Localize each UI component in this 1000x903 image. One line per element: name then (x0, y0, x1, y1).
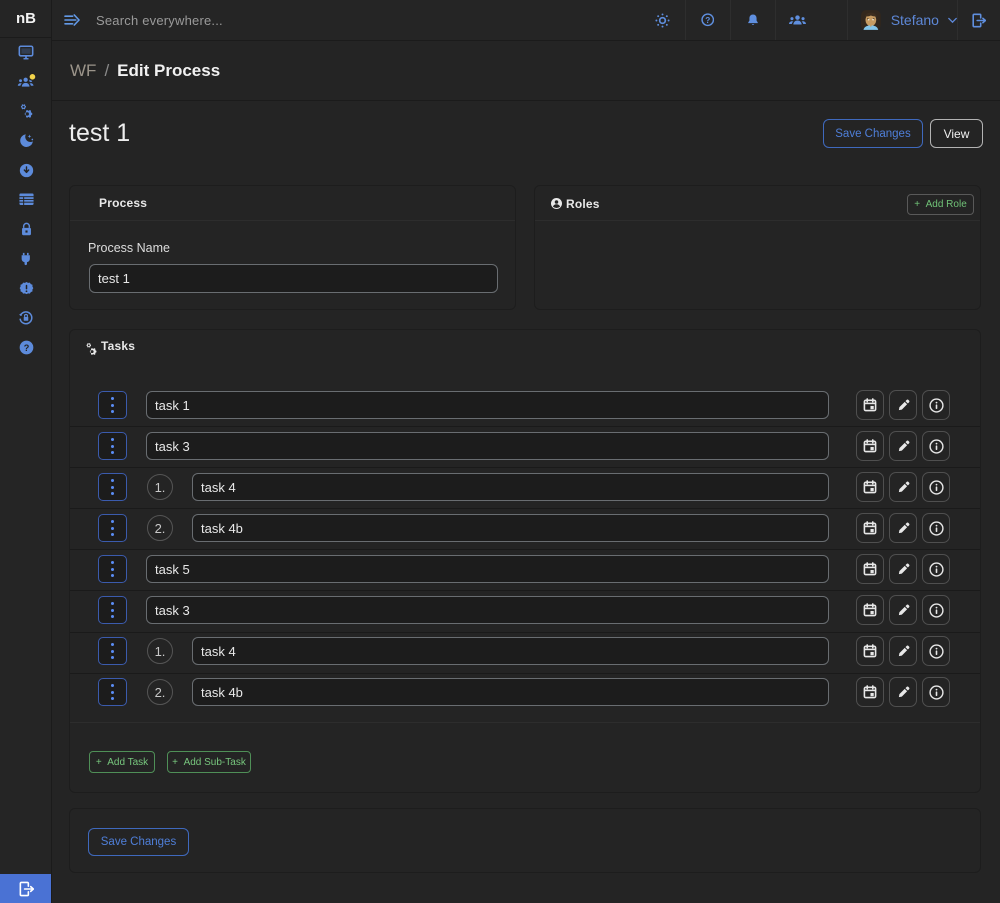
svg-text:?: ? (705, 16, 710, 25)
svg-text:?: ? (23, 342, 29, 352)
